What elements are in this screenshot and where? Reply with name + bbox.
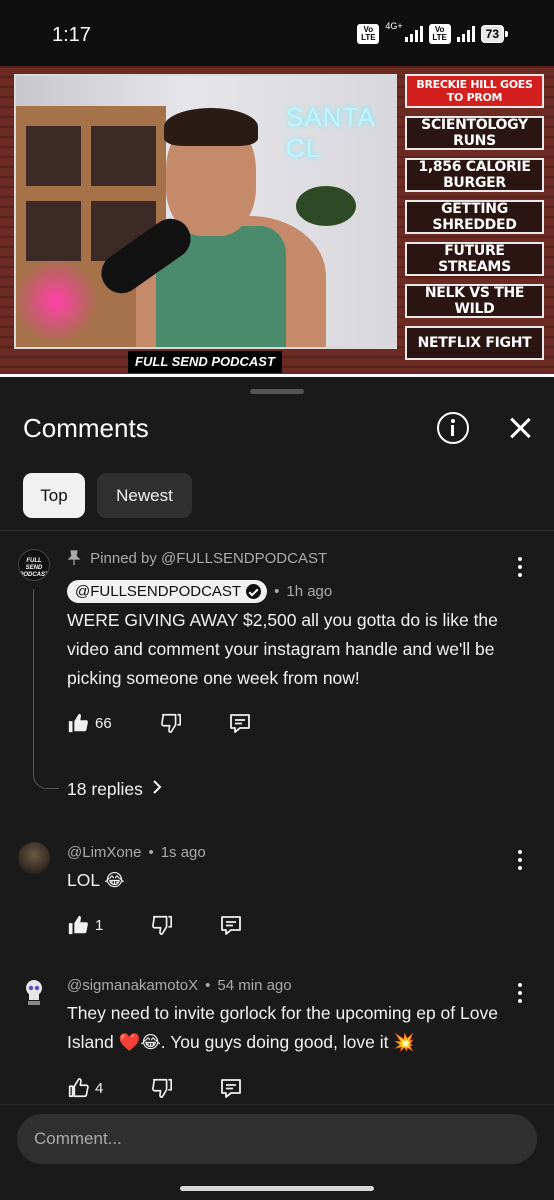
- reply-button[interactable]: [228, 711, 252, 735]
- comment-text: They need to invite gorlock for the upco…: [67, 1003, 498, 1052]
- comment-actions: 66: [67, 711, 252, 735]
- drag-handle[interactable]: [250, 389, 304, 394]
- author-chip[interactable]: @FULLSENDPODCAST: [67, 580, 268, 603]
- plant-image: [296, 186, 356, 226]
- neon-sign: SANTA CL: [286, 102, 375, 163]
- person-hair: [164, 108, 258, 146]
- status-indicators: Vo LTE 4G+ Vo LTE 73: [357, 21, 509, 44]
- thread-line: [33, 589, 59, 789]
- more-options-icon[interactable]: [517, 557, 523, 577]
- divider: [0, 530, 554, 531]
- divider: [0, 1104, 554, 1105]
- topic-list: BRECKIE HILL GOES TO PROM SCIENTOLOGY RU…: [405, 74, 544, 360]
- author-name[interactable]: @LimXone: [67, 844, 141, 861]
- filter-newest-button[interactable]: Newest: [97, 473, 192, 518]
- home-indicator[interactable]: [180, 1186, 374, 1191]
- pin-icon: [67, 550, 90, 567]
- thumbs-up-icon: [67, 712, 89, 734]
- video-caption: FULL SEND PODCAST: [128, 351, 282, 373]
- avatar[interactable]: FULL SEND PODCAST: [18, 549, 50, 581]
- filter-top-button[interactable]: Top: [23, 473, 85, 518]
- topic-item: BRECKIE HILL GOES TO PROM: [405, 74, 544, 108]
- like-count: 1: [95, 916, 104, 934]
- status-bar: 1:17 Vo LTE 4G+ Vo LTE 73: [0, 0, 554, 66]
- comment-meta: @sigmanakamotoX • 54 min ago: [67, 977, 292, 994]
- thumbs-down-icon: [160, 712, 182, 734]
- battery-icon: 73: [480, 25, 509, 43]
- avatar[interactable]: [18, 842, 50, 874]
- separator-dot: •: [148, 844, 154, 861]
- skull-avatar-icon: [26, 980, 42, 1005]
- comment-time: 1s ago: [160, 844, 206, 861]
- reply-icon: [228, 711, 252, 735]
- pink-light: [16, 256, 96, 346]
- pinned-label: Pinned by @FULLSENDPODCAST: [67, 550, 327, 567]
- like-button[interactable]: 4: [67, 1077, 103, 1099]
- topic-item: FUTURE STREAMS: [405, 242, 544, 276]
- separator-dot: •: [274, 583, 280, 600]
- comment-actions: 4: [67, 1076, 243, 1100]
- like-button[interactable]: 66: [67, 712, 112, 734]
- comment-time: 1h ago: [286, 583, 333, 600]
- topic-item: NELK VS THE WILD: [405, 284, 544, 318]
- dislike-button[interactable]: [151, 1077, 173, 1099]
- thumbs-up-icon: [67, 914, 89, 936]
- dislike-button[interactable]: [160, 712, 182, 734]
- separator-dot: •: [205, 977, 211, 994]
- comment-meta: @FULLSENDPODCAST • 1h ago: [67, 580, 332, 603]
- volte-icon: Vo LTE: [357, 24, 380, 44]
- reply-button[interactable]: [219, 913, 243, 937]
- dislike-button[interactable]: [151, 914, 173, 936]
- thumbs-up-icon: [67, 1077, 89, 1099]
- comment-text: LOL 😂: [67, 870, 125, 890]
- comment-actions: 1: [67, 913, 243, 937]
- avatar[interactable]: [18, 975, 50, 1007]
- topic-item: NETFLIX FIGHT: [405, 326, 544, 360]
- reply-icon: [219, 913, 243, 937]
- comments-panel: Comments Top Newest FULL SEND PODCAST Pi…: [0, 377, 554, 1200]
- chevron-right-icon: [151, 779, 163, 800]
- network-type: 4G+: [385, 21, 403, 31]
- panel-title: Comments: [23, 413, 149, 443]
- pinned-text: Pinned by @FULLSENDPODCAST: [90, 550, 328, 567]
- reply-button[interactable]: [219, 1076, 243, 1100]
- like-button[interactable]: 1: [67, 914, 103, 936]
- topic-item: 1,856 CALORIE BURGER: [405, 158, 544, 192]
- replies-toggle[interactable]: 18 replies: [67, 779, 163, 800]
- like-count: 4: [95, 1079, 104, 1097]
- status-time: 1:17: [52, 24, 91, 46]
- thumbs-down-icon: [151, 1077, 173, 1099]
- comment-text: WERE GIVING AWAY $2,500 all you gotta do…: [67, 610, 498, 688]
- volte-icon-2: Vo LTE: [428, 24, 451, 44]
- comment-time: 54 min ago: [217, 977, 292, 994]
- topic-item: GETTING SHREDDED: [405, 200, 544, 234]
- comment-composer[interactable]: [17, 1114, 537, 1164]
- author-name: @FULLSENDPODCAST: [75, 583, 242, 600]
- video-frame: SANTA CL: [14, 74, 397, 349]
- author-name[interactable]: @sigmanakamotoX: [67, 977, 198, 994]
- signal-icon-2: [456, 26, 475, 42]
- video-player[interactable]: SANTA CL FULL SEND PODCAST BRECKIE HILL …: [0, 66, 554, 376]
- thumbs-down-icon: [151, 914, 173, 936]
- avatar-text: FULL SEND PODCAST: [19, 558, 49, 578]
- comment-input[interactable]: [34, 1114, 514, 1164]
- info-icon[interactable]: [437, 412, 469, 444]
- verified-icon: [246, 584, 262, 599]
- reply-icon: [219, 1076, 243, 1100]
- close-icon[interactable]: [505, 413, 535, 443]
- signal-icon: [404, 26, 423, 42]
- topic-item: SCIENTOLOGY RUNS: [405, 116, 544, 150]
- like-count: 66: [95, 714, 112, 732]
- replies-count: 18 replies: [67, 779, 143, 799]
- comment-meta: @LimXone • 1s ago: [67, 844, 206, 861]
